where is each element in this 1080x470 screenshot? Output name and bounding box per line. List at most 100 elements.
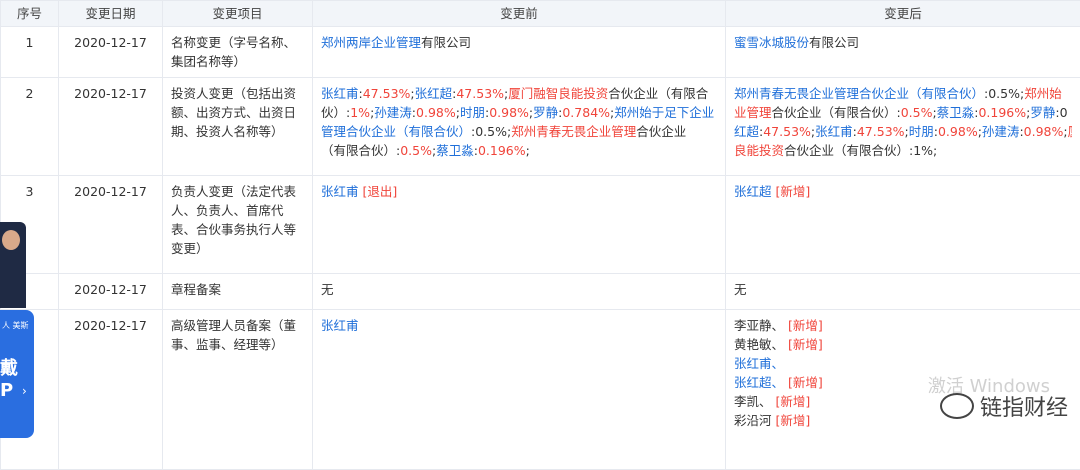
ad-text-2: P bbox=[0, 380, 13, 401]
cell-text[interactable]: 张红甫、 bbox=[734, 356, 784, 371]
cell-text[interactable]: 0.98% bbox=[938, 124, 978, 139]
cell-text[interactable]: 罗静 bbox=[1030, 105, 1055, 120]
cell-text[interactable]: 罗静 bbox=[533, 105, 558, 120]
cell-text[interactable]: [新增] bbox=[776, 413, 811, 428]
change-date: 2020-12-17 bbox=[59, 78, 163, 176]
cell-text[interactable]: 良能投资 bbox=[734, 143, 784, 158]
table-row: 32020-12-17负责人变更（法定代表人、负责人、首席代表、合伙事务执行人等… bbox=[1, 176, 1080, 274]
cell-line: 伙）:1%;孙建涛:0.98%;时朋:0.98%;罗静:0.784%;郑州始于足… bbox=[321, 103, 717, 122]
cell-text[interactable]: [新增] bbox=[776, 394, 811, 409]
after-value: 蜜雪冰城股份有限公司 bbox=[726, 27, 1080, 78]
item-line: 事、监事、经理等） bbox=[171, 335, 304, 354]
item-line: 期、投资人名称等） bbox=[171, 122, 304, 141]
cell-text: 有限公司 bbox=[421, 35, 471, 50]
cell-text[interactable]: 张红甫 bbox=[321, 318, 359, 333]
cell-text[interactable]: 郑州两岸企业管理 bbox=[321, 35, 421, 50]
cell-text[interactable]: 0.5% bbox=[901, 105, 933, 120]
item-line: 高级管理人员备案（董 bbox=[171, 316, 304, 335]
item-line: 集团名称等） bbox=[171, 52, 304, 71]
cell-text[interactable]: 张红超 bbox=[734, 184, 772, 199]
cell-text[interactable]: [新增] bbox=[776, 184, 811, 199]
cell-text[interactable]: 0.196% bbox=[978, 105, 1026, 120]
cell-text[interactable]: 张红甫 bbox=[321, 184, 359, 199]
cell-text[interactable]: 郑州青春无畏企业管理合伙企业（有限合伙） bbox=[734, 86, 984, 101]
cell-text[interactable]: [退出] bbox=[363, 184, 398, 199]
cell-line: 无 bbox=[734, 280, 1072, 299]
item-line: 额、出资方式、出资日 bbox=[171, 103, 304, 122]
cell-text[interactable]: 厦门融智良能投资 bbox=[508, 86, 608, 101]
cell-line: 管理合伙企业（有限合伙）:0.5%;郑州青春无畏企业管理合伙企业 bbox=[321, 122, 717, 141]
cell-text: :0.5%; bbox=[984, 86, 1024, 101]
cell-text[interactable]: 张红超 bbox=[415, 86, 453, 101]
ad-person-head bbox=[2, 230, 20, 250]
item-line: 名称变更（字号名称、 bbox=[171, 33, 304, 52]
cell-line: 业管理合伙企业（有限合伙）:0.5%;蔡卫淼:0.196%;罗静:0 bbox=[734, 103, 1072, 122]
cell-text[interactable]: 业管理 bbox=[734, 105, 772, 120]
cell-text: 合伙企业（有限合伙）:1%; bbox=[784, 143, 937, 158]
cell-text[interactable]: 厦 bbox=[1068, 124, 1072, 139]
cell-text[interactable]: [新增] bbox=[788, 337, 823, 352]
cell-text[interactable]: 孙建涛 bbox=[982, 124, 1020, 139]
cell-line: 郑州青春无畏企业管理合伙企业（有限合伙）:0.5%;郑州始 bbox=[734, 84, 1072, 103]
header-after: 变更后 bbox=[726, 1, 1080, 27]
cell-text[interactable]: 张红甫 bbox=[815, 124, 853, 139]
cell-text[interactable]: 47.53% bbox=[363, 86, 411, 101]
change-date: 2020-12-17 bbox=[59, 27, 163, 78]
cell-text: 伙）: bbox=[321, 105, 350, 120]
cell-text[interactable]: [新增] bbox=[788, 375, 823, 390]
cell-text[interactable]: [新增] bbox=[788, 318, 823, 333]
cell-text[interactable]: 0.98% bbox=[416, 105, 456, 120]
cell-text[interactable]: 时朋 bbox=[460, 105, 485, 120]
cell-text: 李凯、 bbox=[734, 394, 772, 409]
change-item: 章程备案 bbox=[163, 274, 313, 310]
cell-text[interactable]: 1% bbox=[350, 105, 370, 120]
after-value: 郑州青春无畏企业管理合伙企业（有限合伙）:0.5%;郑州始业管理合伙企业（有限合… bbox=[726, 78, 1080, 176]
cell-text: 合伙企业 bbox=[636, 124, 686, 139]
cell-text[interactable]: 郑州始于足下企业 bbox=[614, 105, 714, 120]
cell-text[interactable]: 0.98% bbox=[1024, 124, 1064, 139]
cell-text[interactable]: 蜜雪冰城股份 bbox=[734, 35, 809, 50]
cell-text[interactable]: 张红甫 bbox=[321, 86, 359, 101]
cell-text: 黄艳敏、 bbox=[734, 337, 784, 352]
table-header-row: 序号 变更日期 变更项目 变更前 变更后 bbox=[1, 1, 1080, 27]
cell-text[interactable]: 孙建涛 bbox=[374, 105, 412, 120]
item-line: 表、合伙事务执行人等 bbox=[171, 220, 304, 239]
ad-banner[interactable]: 人 美斯 戴 P › bbox=[0, 310, 34, 438]
cell-line: 蜜雪冰城股份有限公司 bbox=[734, 33, 1072, 52]
cell-text[interactable]: 郑州始 bbox=[1024, 86, 1062, 101]
cell-line: 张红甫 [退出] bbox=[321, 182, 717, 201]
item-line: 负责人变更（法定代表 bbox=[171, 182, 304, 201]
item-line: 人、负责人、首席代 bbox=[171, 201, 304, 220]
cell-text[interactable]: 0.98% bbox=[489, 105, 529, 120]
cell-line: （有限合伙）:0.5%;蔡卫淼:0.196%; bbox=[321, 141, 717, 160]
after-value: 张红超 [新增] bbox=[726, 176, 1080, 274]
cell-text[interactable]: 0.5% bbox=[400, 143, 432, 158]
floating-ad[interactable]: 人 美斯 戴 P › bbox=[0, 186, 34, 434]
cell-text[interactable]: 时朋 bbox=[909, 124, 934, 139]
cell-text[interactable]: 张红超、 bbox=[734, 375, 784, 390]
item-line: 章程备案 bbox=[171, 280, 304, 299]
change-date: 2020-12-17 bbox=[59, 310, 163, 470]
change-record-table: 序号 变更日期 变更项目 变更前 变更后 12020-12-17名称变更（字号名… bbox=[0, 0, 1080, 470]
chevron-right-icon[interactable]: › bbox=[22, 384, 27, 398]
cell-text[interactable]: 47.53% bbox=[763, 124, 811, 139]
cell-text: 彩沿河 bbox=[734, 413, 772, 428]
wechat-icon bbox=[940, 393, 974, 419]
cell-text: 无 bbox=[734, 282, 747, 297]
cell-text[interactable]: 0.784% bbox=[562, 105, 610, 120]
table-row: 52020-12-17高级管理人员备案（董事、监事、经理等）张红甫李亚静、 [新… bbox=[1, 310, 1080, 470]
cell-line: 张红甫:47.53%;张红超:47.53%;厦门融智良能投资合伙企业（有限合 bbox=[321, 84, 717, 103]
cell-text[interactable]: 0.196% bbox=[478, 143, 526, 158]
cell-text: ; bbox=[526, 143, 530, 158]
cell-text[interactable]: 蔡卫淼 bbox=[436, 143, 474, 158]
cell-text: 无 bbox=[321, 282, 334, 297]
cell-text[interactable]: 47.53% bbox=[456, 86, 504, 101]
cell-text[interactable]: 47.53% bbox=[857, 124, 905, 139]
cell-text[interactable]: 蔡卫淼 bbox=[937, 105, 975, 120]
cell-line: 郑州两岸企业管理有限公司 bbox=[321, 33, 717, 52]
ad-text-1: 戴 bbox=[0, 354, 18, 380]
cell-text[interactable]: 红超 bbox=[734, 124, 759, 139]
header-date: 变更日期 bbox=[59, 1, 163, 27]
cell-text[interactable]: 管理合伙企业（有限合伙） bbox=[321, 124, 471, 139]
cell-text[interactable]: 郑州青春无畏企业管理 bbox=[511, 124, 636, 139]
